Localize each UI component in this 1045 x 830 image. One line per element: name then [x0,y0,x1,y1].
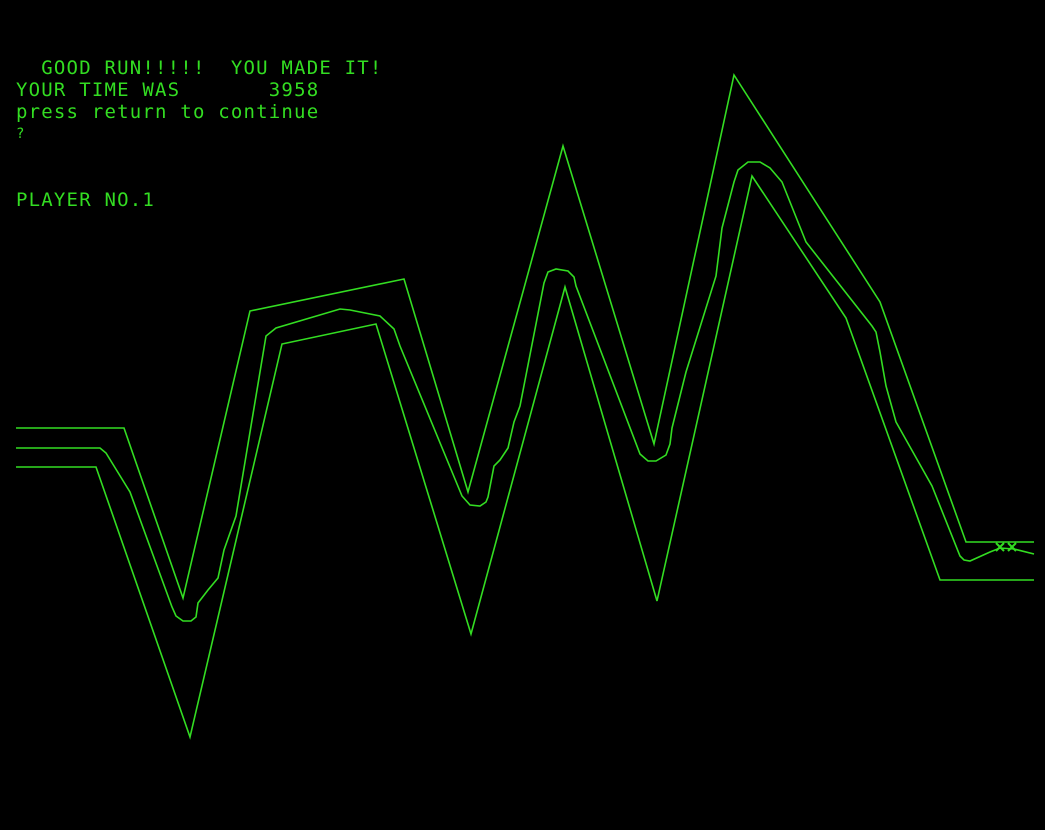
game-screen: GOOD RUN!!!!! YOU MADE IT! YOUR TIME WAS… [0,0,1045,830]
player-trail [16,161,1035,622]
course-canvas [16,72,1035,740]
course-lower-wall [16,173,1034,740]
course-upper-wall [16,72,1034,601]
crossed-flags-icon [995,542,1017,552]
